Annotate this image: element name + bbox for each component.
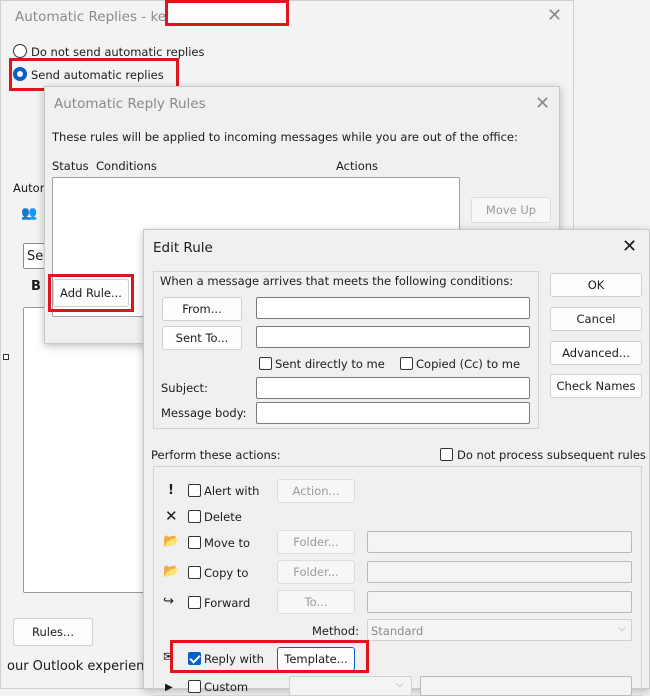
delete-label: Delete	[204, 510, 242, 524]
subject-label: Subject:	[161, 381, 208, 395]
conditions-header: When a message arrives that meets the fo…	[160, 274, 514, 288]
from-field[interactable]	[256, 297, 530, 319]
custom-label: Custom	[204, 680, 249, 694]
rules-dialog-title: Automatic Reply Rules	[54, 96, 206, 112]
from-button[interactable]: From...	[162, 297, 242, 321]
action-button[interactable]: Action...	[277, 479, 355, 503]
copy-to-label: Copy to	[204, 566, 249, 580]
left-edge-marker	[3, 354, 9, 360]
custom-field[interactable]	[420, 676, 632, 696]
move-folder-button[interactable]: Folder...	[277, 530, 355, 554]
to-button[interactable]: To...	[277, 590, 355, 614]
sent-to-button[interactable]: Sent To...	[162, 326, 242, 350]
radio-do-not-send[interactable]	[13, 44, 27, 58]
reply-with-highlight	[170, 640, 369, 673]
rules-button[interactable]: Rules...	[13, 618, 93, 646]
add-rule-button[interactable]: Add Rule...	[53, 279, 129, 307]
rules-description: These rules will be applied to incoming …	[52, 130, 518, 144]
message-body-label: Message body:	[161, 406, 247, 420]
close-icon[interactable]: ✕	[535, 95, 550, 113]
copied-cc-checkbox[interactable]	[400, 357, 413, 370]
sent-to-field[interactable]	[256, 326, 530, 348]
alert-with-checkbox[interactable]	[188, 484, 201, 497]
sent-directly-label: Sent directly to me	[275, 357, 385, 371]
column-status: Status	[52, 159, 89, 173]
copy-folder-icon: 📂	[163, 564, 180, 579]
edit-rule-title: Edit Rule	[153, 240, 213, 256]
custom-select[interactable]	[289, 676, 412, 696]
play-arrow-icon: ▶	[165, 682, 173, 693]
redacted-name-box	[165, 0, 289, 26]
column-conditions: Conditions	[96, 159, 157, 173]
do-not-process-label: Do not process subsequent rules	[457, 448, 646, 462]
bold-label: B	[31, 279, 41, 294]
chevron-down-icon: ⌵	[618, 623, 626, 634]
forward-field[interactable]	[367, 591, 632, 613]
check-names-button[interactable]: Check Names	[550, 374, 642, 398]
radio-do-not-send-label: Do not send automatic replies	[31, 45, 205, 59]
people-icon: 👥	[21, 206, 38, 221]
method-label: Method:	[312, 624, 360, 638]
se-label: Se	[27, 249, 44, 264]
alert-with-label: Alert with	[204, 484, 260, 498]
chevron-down-icon: ⌵	[396, 679, 404, 690]
forward-label: Forward	[204, 596, 251, 610]
move-folder-icon: 📂	[163, 534, 180, 549]
automatic-replies-title: Automatic Replies - kerr	[15, 9, 177, 25]
message-body-field[interactable]	[256, 402, 530, 424]
copy-to-checkbox[interactable]	[188, 566, 201, 579]
delete-x-icon: ✕	[165, 507, 178, 525]
delete-checkbox[interactable]	[188, 510, 201, 523]
method-value: Standard	[371, 624, 424, 638]
actions-header: Perform these actions:	[151, 448, 281, 462]
copied-cc-label: Copied (Cc) to me	[416, 357, 521, 371]
subject-field[interactable]	[256, 377, 530, 399]
move-to-label: Move to	[204, 536, 251, 550]
close-icon[interactable]: ✕	[622, 238, 637, 256]
move-up-button[interactable]: Move Up	[471, 197, 551, 223]
sent-directly-checkbox[interactable]	[259, 357, 272, 370]
forward-checkbox[interactable]	[188, 596, 201, 609]
cancel-button[interactable]: Cancel	[550, 307, 642, 331]
column-actions: Actions	[336, 159, 379, 173]
reply-text-area[interactable]	[23, 307, 153, 593]
move-folder-field[interactable]	[367, 531, 632, 553]
forward-icon: ↪	[163, 594, 174, 609]
custom-checkbox[interactable]	[188, 680, 201, 693]
do-not-process-checkbox[interactable]	[440, 448, 453, 461]
copy-folder-button[interactable]: Folder...	[277, 560, 355, 584]
edit-rule-dialog: Edit Rule ✕ When a message arrives that …	[143, 229, 650, 696]
footer-text: our Outlook experienc	[7, 659, 152, 674]
close-icon[interactable]: ✕	[547, 7, 562, 25]
advanced-button[interactable]: Advanced...	[550, 341, 642, 365]
exclamation-icon: !	[168, 483, 174, 498]
ok-button[interactable]: OK	[550, 273, 642, 297]
move-to-checkbox[interactable]	[188, 536, 201, 549]
copy-folder-field[interactable]	[367, 561, 632, 583]
